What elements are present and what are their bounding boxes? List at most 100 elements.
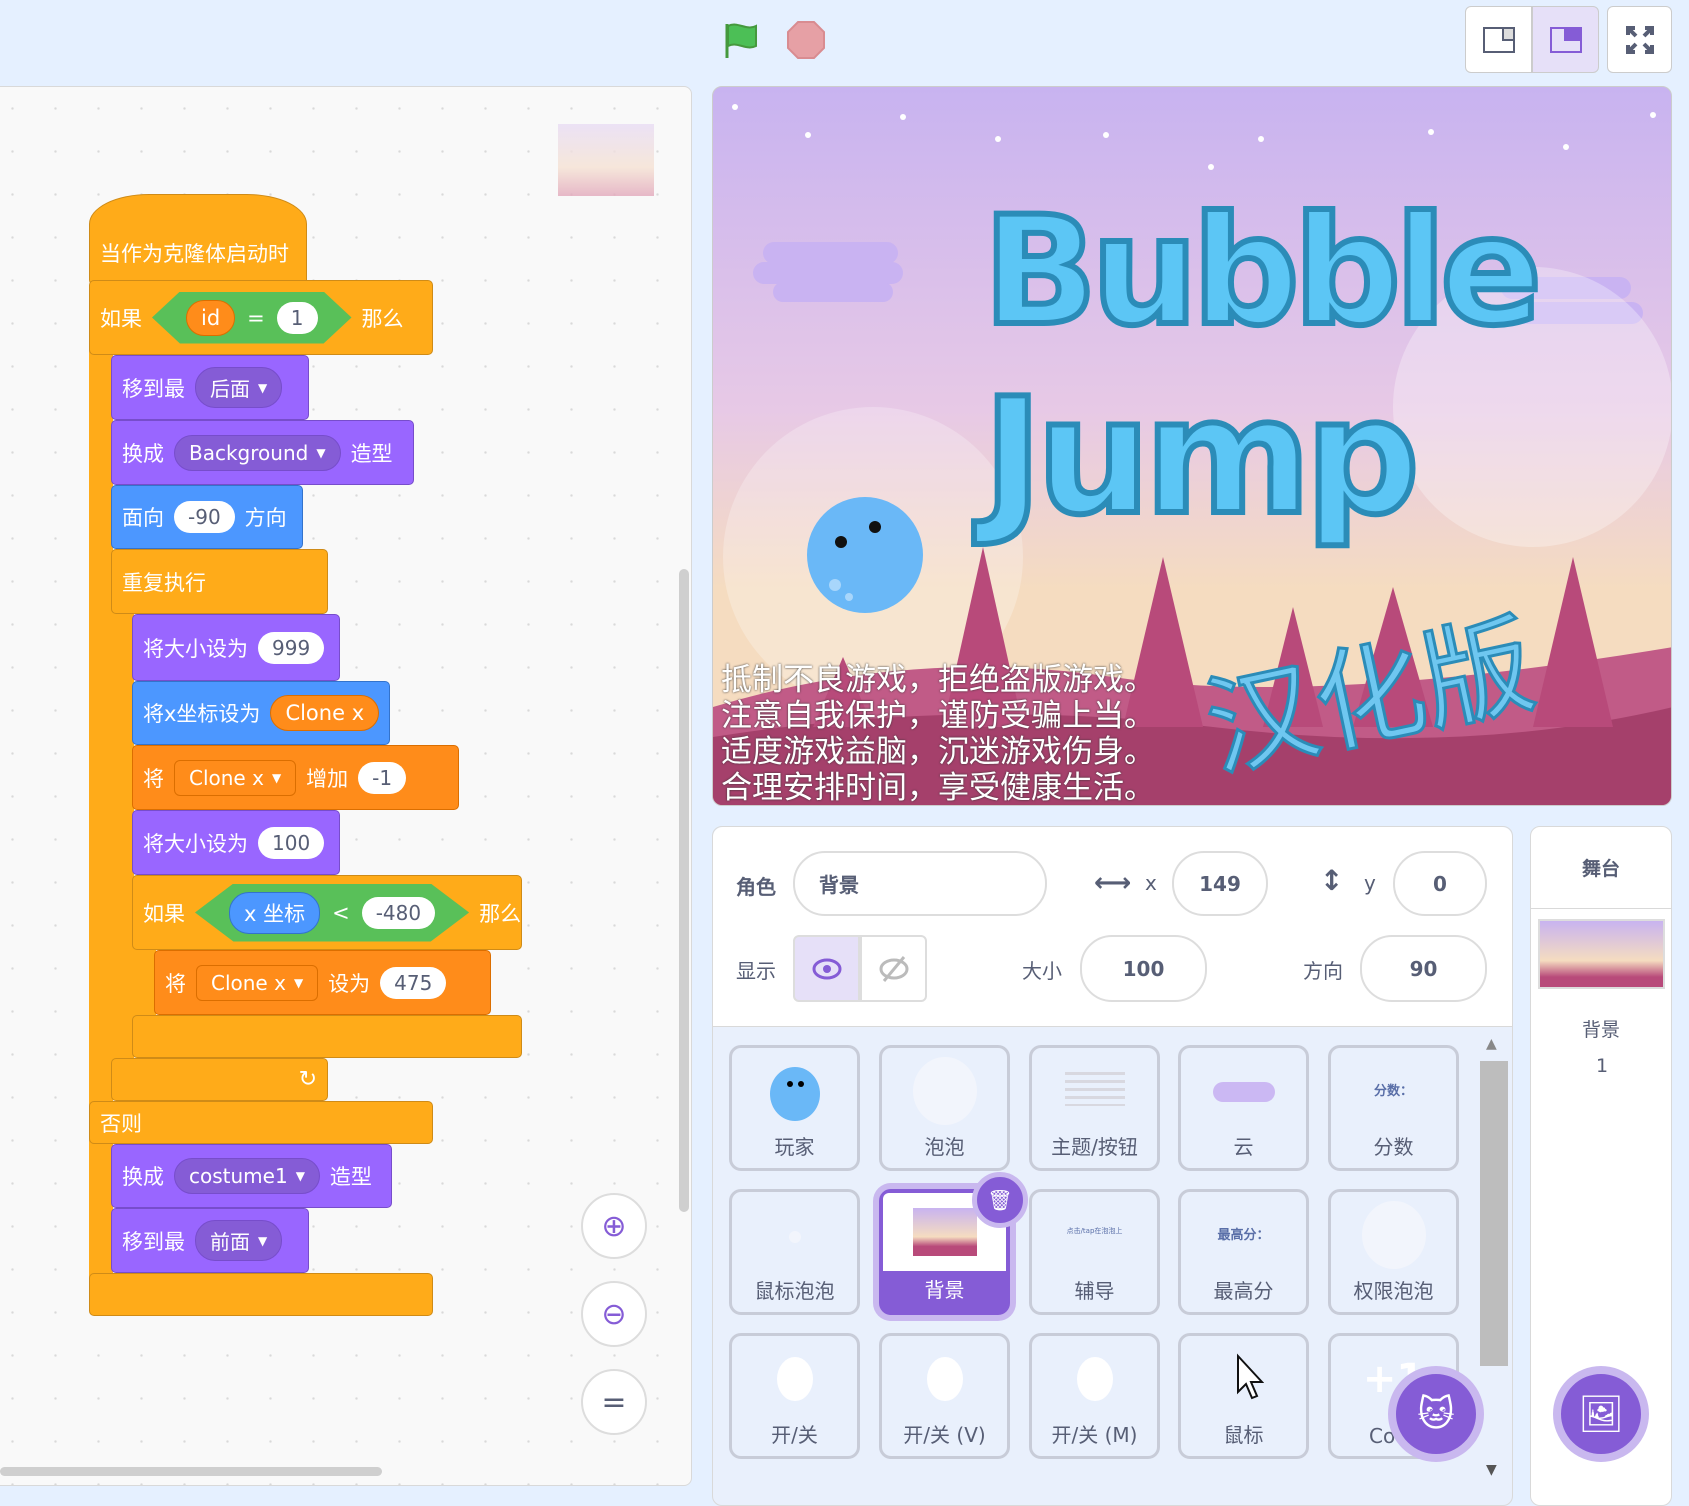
notice-line: 抵制不良游戏，拒绝盗版游戏。: [721, 662, 1155, 698]
sprite-tile[interactable]: 开/关 (M): [1029, 1333, 1160, 1459]
block-label: 将x坐标设为: [143, 702, 261, 726]
value-input[interactable]: -480: [361, 896, 436, 929]
dropdown-value: 前面: [210, 1230, 250, 1254]
go-to-layer-block[interactable]: 移到最 后面 ▼: [111, 355, 309, 420]
sprite-tile[interactable]: 云: [1178, 1045, 1309, 1171]
switch-costume-block[interactable]: 换成 Background ▼ 造型: [111, 420, 414, 485]
stage-title: 舞台: [1581, 858, 1620, 880]
switch-costume-block[interactable]: 换成 costume1 ▼ 造型: [111, 1144, 392, 1208]
sprite-tile[interactable]: 最高分： 最高分: [1178, 1189, 1309, 1315]
sprite-tile[interactable]: 开/关 (V): [879, 1333, 1010, 1459]
sprite-list-scrollbar[interactable]: [1480, 1061, 1508, 1366]
change-value-input[interactable]: -1: [358, 761, 407, 794]
caret-down-icon: ▼: [295, 1169, 305, 1183]
sprite-tile[interactable]: 泡泡: [879, 1045, 1010, 1171]
go-to-layer-block[interactable]: 移到最 前面 ▼: [111, 1208, 309, 1273]
point-in-direction-block[interactable]: 面向 -90 方向: [111, 485, 303, 549]
trash-icon: 🗑: [987, 1188, 1013, 1212]
stage-canvas[interactable]: Bubble Jump 汉化版 抵制不良游戏，拒绝盗版游戏。 注意自我保护，谨防…: [712, 86, 1672, 806]
when-i-start-as-clone-hat[interactable]: 当作为克隆体启动时: [89, 194, 307, 285]
code-vertical-scrollbar[interactable]: [679, 569, 689, 1212]
variable-dropdown[interactable]: Clone x ▼: [174, 759, 297, 796]
set-variable-block[interactable]: 将 Clone x ▼ 设为 475: [154, 950, 491, 1015]
id-variable-reporter[interactable]: id: [186, 299, 236, 336]
delete-sprite-button[interactable]: 🗑: [972, 1172, 1028, 1228]
layer-dropdown[interactable]: 后面 ▼: [195, 367, 283, 408]
choose-backdrop-button[interactable]: 🖼: [1553, 1366, 1649, 1462]
stage-thumbnail-preview: [558, 124, 654, 196]
direction-input[interactable]: 90: [1360, 935, 1487, 1002]
toggle-thumbnail: [1076, 1357, 1113, 1401]
notice-line: 适度游戏益脑，沉迷游戏伤身。: [721, 734, 1155, 770]
y-input[interactable]: 0: [1393, 851, 1487, 916]
direction-input[interactable]: -90: [174, 501, 235, 533]
size-input[interactable]: 100: [1080, 935, 1207, 1002]
variable-dropdown[interactable]: Clone x ▼: [196, 964, 319, 1001]
sprite-tile[interactable]: 鼠标: [1178, 1333, 1309, 1459]
block-label: 增加: [306, 766, 349, 791]
change-variable-block[interactable]: 将 Clone x ▼ 增加 -1: [132, 745, 459, 810]
if-else-block-end: [89, 1273, 433, 1316]
zoom-out-button[interactable]: ⊖: [581, 1281, 647, 1347]
fullscreen-icon: [1625, 25, 1654, 54]
mouse-bubble-thumbnail: [788, 1231, 801, 1243]
sprite-name-input[interactable]: 背景: [793, 851, 1047, 916]
forever-block-end: ↻: [111, 1058, 328, 1101]
costume-dropdown[interactable]: costume1 ▼: [174, 1158, 320, 1194]
forever-block[interactable]: 重复执行: [111, 549, 328, 614]
scroll-down-icon[interactable]: ▼: [1486, 1462, 1497, 1478]
x-label: x: [1145, 871, 1157, 895]
forever-block-arm: [111, 610, 134, 1060]
title-button-thumbnail: [1064, 1072, 1125, 1106]
layer-dropdown[interactable]: 前面 ▼: [195, 1220, 283, 1261]
equals-operator[interactable]: id = 1: [152, 291, 352, 344]
toggle-thumbnail: [776, 1357, 813, 1401]
code-horizontal-scrollbar[interactable]: [0, 1467, 382, 1476]
sprite-name: 权限泡泡: [1353, 1279, 1434, 1303]
zoom-in-button[interactable]: ⊕: [581, 1193, 647, 1259]
y-arrows-icon: ↕: [1320, 864, 1344, 897]
sprite-name: 最高分: [1213, 1279, 1274, 1303]
if-else-block[interactable]: 如果 id = 1 那么: [89, 280, 433, 355]
else-section: 否则: [89, 1101, 433, 1144]
block-label: 移到最: [122, 376, 185, 401]
dropdown-value: Clone x: [189, 765, 264, 790]
sprite-tile[interactable]: 玩家: [729, 1045, 860, 1171]
scroll-up-icon[interactable]: ▲: [1486, 1036, 1497, 1052]
value-input[interactable]: 1: [276, 301, 318, 334]
less-than-operator[interactable]: x 坐标 < -480: [195, 883, 470, 942]
sprite-name: 开/关 (M): [1051, 1423, 1138, 1447]
block-label: 如果: [100, 306, 142, 331]
show-hidden-button[interactable]: [860, 935, 927, 1002]
choose-sprite-button[interactable]: 🐱: [1388, 1366, 1484, 1462]
set-size-block[interactable]: 将大小设为 999: [132, 614, 340, 681]
clone-x-reporter[interactable]: Clone x: [270, 695, 380, 731]
sprite-tile[interactable]: 开/关: [729, 1333, 860, 1459]
show-visible-button[interactable]: [793, 935, 860, 1002]
caret-down-icon: ▼: [316, 445, 326, 460]
normal-stage-button[interactable]: [1532, 6, 1599, 73]
if-block[interactable]: 如果 x 坐标 < -480 那么: [132, 875, 522, 950]
block-label: 移到最: [122, 1229, 185, 1254]
size-input[interactable]: 100: [258, 826, 325, 859]
block-label: 面向: [122, 506, 164, 530]
size-input[interactable]: 999: [258, 631, 325, 664]
x-input[interactable]: 149: [1172, 851, 1268, 916]
fullscreen-button[interactable]: [1607, 6, 1672, 73]
set-size-block[interactable]: 将大小设为 100: [132, 810, 340, 875]
sprite-name: 鼠标泡泡: [754, 1279, 835, 1303]
set-value-input[interactable]: 475: [380, 966, 447, 999]
sprite-tile[interactable]: 权限泡泡: [1328, 1189, 1459, 1315]
costume-dropdown[interactable]: Background ▼: [174, 434, 341, 471]
set-x-block[interactable]: 将x坐标设为 Clone x: [132, 681, 390, 745]
x-position-reporter[interactable]: x 坐标: [229, 891, 321, 934]
sprite-tile[interactable]: 主题/按钮: [1029, 1045, 1160, 1171]
stop-button[interactable]: [786, 20, 826, 60]
zoom-reset-button[interactable]: =: [581, 1369, 647, 1435]
small-stage-button[interactable]: [1465, 6, 1532, 73]
sprite-tile[interactable]: 鼠标泡泡: [729, 1189, 860, 1315]
sprite-tile[interactable]: 点击/tap在泡泡上 辅导: [1029, 1189, 1160, 1315]
size-label: 大小: [1022, 959, 1062, 983]
sprite-tile[interactable]: 分数： 分数: [1328, 1045, 1459, 1171]
green-flag-button[interactable]: [722, 20, 762, 60]
